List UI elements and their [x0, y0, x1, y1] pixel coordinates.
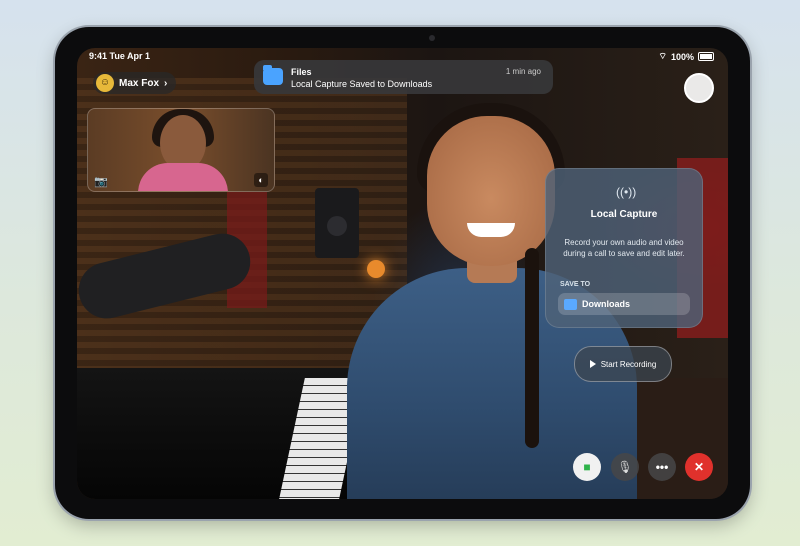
notification-message: Local Capture Saved to Downloads: [291, 79, 433, 89]
start-recording-label: Start Recording: [600, 359, 657, 369]
audio-waveform-icon: ((•)): [616, 185, 637, 199]
local-capture-toggle-button[interactable]: [684, 73, 714, 103]
files-folder-icon: [263, 65, 283, 85]
save-to-label: SAVE TO: [560, 281, 591, 288]
status-icons: ⌔ 100%: [658, 51, 714, 62]
pip-shirt: [138, 163, 228, 191]
video-camera-icon: ■: [583, 460, 591, 474]
self-view-pip[interactable]: 📷 ◐: [87, 108, 275, 192]
microphone-icon: 🎙: [617, 460, 633, 474]
face: [427, 116, 555, 266]
facetime-screen: 9:41 Tue Apr 1 ⌔ 100% 📷 ◐ ☺ Max Fox › Fi…: [77, 48, 728, 499]
wifi-icon: ⌔: [658, 51, 667, 61]
panel-description: Record your own audio and video during a…: [563, 238, 685, 258]
video-camera-button[interactable]: ■: [573, 453, 601, 481]
end-call-button[interactable]: ✕: [685, 453, 713, 481]
smile: [467, 223, 515, 237]
caller-name-pill[interactable]: ☺ Max Fox ›: [93, 72, 177, 94]
ellipsis-icon: •••: [655, 460, 669, 474]
close-icon: ✕: [693, 460, 705, 474]
battery-percent: 100%: [670, 51, 694, 62]
caller-name: Max Fox: [119, 77, 160, 89]
chevron-right-icon: ›: [164, 77, 168, 89]
files-notification[interactable]: Files Local Capture Saved to Downloads 1…: [254, 60, 553, 94]
start-recording-button[interactable]: Start Recording: [574, 346, 672, 382]
flip-camera-icon[interactable]: 📷: [94, 175, 108, 188]
panel-title: Local Capture: [590, 209, 658, 220]
ipad-device: 9:41 Tue Apr 1 ⌔ 100% 📷 ◐ ☺ Max Fox › Fi…: [55, 27, 750, 519]
save-destination-label: Downloads: [582, 299, 631, 309]
avatar: ☺: [96, 74, 114, 92]
notification-time: 1 min ago: [505, 67, 541, 76]
save-destination-button[interactable]: Downloads: [558, 293, 690, 315]
local-capture-panel: ((•)) Local Capture Record your own audi…: [545, 168, 703, 328]
effects-icon[interactable]: ◐: [254, 173, 268, 187]
braid: [525, 248, 539, 448]
front-camera: [429, 35, 435, 41]
play-icon: [589, 360, 596, 368]
more-options-button[interactable]: •••: [648, 453, 676, 481]
folder-icon: [564, 298, 577, 310]
battery-icon: [698, 52, 714, 61]
status-time-date: 9:41 Tue Apr 1: [89, 51, 151, 61]
mute-button[interactable]: 🎙: [611, 453, 639, 481]
notification-app-name: Files: [291, 67, 312, 77]
